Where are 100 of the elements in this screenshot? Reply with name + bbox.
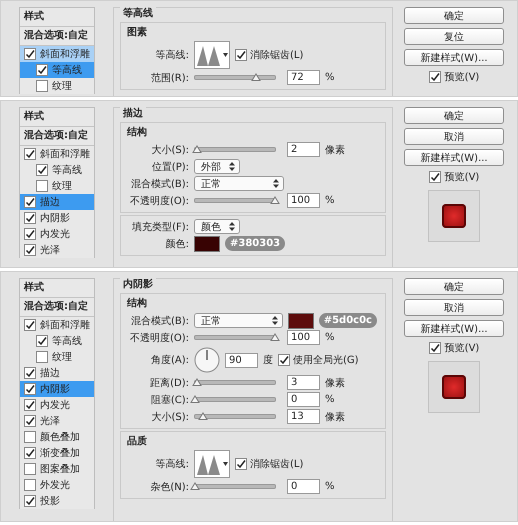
checkbox[interactable] xyxy=(36,64,48,76)
slider-handle[interactable] xyxy=(192,378,202,386)
color-swatch[interactable] xyxy=(288,312,314,328)
style-list-item[interactable]: 颜色叠加 xyxy=(20,429,94,445)
checkbox[interactable] xyxy=(24,48,36,60)
checkbox-label[interactable]: 消除锯齿(L) xyxy=(250,457,304,471)
checkbox[interactable] xyxy=(24,463,36,475)
number-field[interactable]: 13 xyxy=(287,409,320,424)
number-field[interactable]: 72 xyxy=(287,70,320,85)
dialog-button[interactable]: 新建样式(W)... xyxy=(404,320,504,337)
style-list-item[interactable]: 内阴影 xyxy=(20,381,94,397)
slider-handle[interactable] xyxy=(192,145,202,153)
dialog-button[interactable]: 取消 xyxy=(404,128,504,145)
number-field[interactable]: 3 xyxy=(287,375,320,390)
checkbox-label[interactable]: 预览(V) xyxy=(444,341,480,355)
checkbox[interactable] xyxy=(428,71,441,83)
checkbox-label[interactable]: 预览(V) xyxy=(444,70,480,84)
checkbox[interactable] xyxy=(36,351,48,363)
dropdown[interactable]: 颜色 xyxy=(194,219,240,234)
angle-dial[interactable] xyxy=(194,347,220,373)
slider-handle[interactable] xyxy=(190,395,200,403)
checkbox[interactable] xyxy=(24,383,36,395)
checkbox[interactable] xyxy=(36,335,48,347)
checkbox[interactable] xyxy=(36,180,48,192)
style-list-item[interactable]: 外发光 xyxy=(20,477,94,493)
style-list-item[interactable]: 斜面和浮雕 xyxy=(20,317,94,333)
slider-handle[interactable] xyxy=(270,333,280,341)
checkbox[interactable] xyxy=(24,447,36,459)
style-list-item[interactable]: 纹理 xyxy=(20,349,94,365)
style-list-item[interactable]: 纹理 xyxy=(20,78,94,94)
number-field[interactable]: 90 xyxy=(225,352,258,368)
style-list-item[interactable]: 斜面和浮雕 xyxy=(20,146,94,162)
dropdown[interactable]: 正常 xyxy=(194,176,284,191)
dialog-button[interactable]: 新建样式(W)... xyxy=(404,149,504,166)
dialog-button[interactable]: 取消 xyxy=(404,299,504,316)
checkbox[interactable] xyxy=(24,196,36,208)
contour-picker[interactable] xyxy=(194,41,230,69)
number-field[interactable]: 0 xyxy=(287,392,320,407)
checkbox[interactable] xyxy=(428,342,441,354)
style-list-item[interactable]: 图案叠加 xyxy=(20,461,94,477)
style-list-item[interactable]: 等高线 xyxy=(20,162,94,178)
checkbox[interactable] xyxy=(235,458,247,470)
style-list-header[interactable]: 样式 xyxy=(20,108,94,127)
slider-handle[interactable] xyxy=(270,196,280,204)
style-list-item[interactable]: 描边 xyxy=(20,365,94,381)
number-field[interactable]: 100 xyxy=(287,193,320,208)
style-list-item[interactable]: 光泽 xyxy=(20,242,94,258)
dialog-button[interactable]: 新建样式(W)... xyxy=(404,49,504,66)
style-list-item[interactable]: 内发光 xyxy=(20,397,94,413)
dialog-button[interactable]: 确定 xyxy=(404,107,504,124)
style-list-item[interactable]: 投影 xyxy=(20,493,94,509)
style-list-header[interactable]: 混合选项:自定 xyxy=(20,298,94,317)
style-list-item[interactable]: 纹理 xyxy=(20,178,94,194)
dropdown[interactable]: 外部 xyxy=(194,159,240,174)
number-field[interactable]: 0 xyxy=(287,479,320,494)
checkbox[interactable] xyxy=(278,354,290,366)
style-list-item[interactable]: 光泽 xyxy=(20,413,94,429)
number-field[interactable]: 2 xyxy=(287,142,320,157)
checkbox[interactable] xyxy=(24,148,36,160)
style-list-header[interactable]: 样式 xyxy=(20,279,94,298)
checkbox[interactable] xyxy=(36,80,48,92)
checkbox-label[interactable]: 消除锯齿(L) xyxy=(250,48,304,62)
style-list-item[interactable]: 描边 xyxy=(20,194,94,210)
checkbox[interactable] xyxy=(24,431,36,443)
style-list-header[interactable]: 样式 xyxy=(20,8,94,27)
style-list-header[interactable]: 混合选项:自定 xyxy=(20,127,94,146)
dialog-button[interactable]: 复位 xyxy=(404,28,504,45)
checkbox[interactable] xyxy=(24,415,36,427)
checkbox[interactable] xyxy=(24,244,36,256)
checkbox[interactable] xyxy=(24,212,36,224)
slider-track[interactable] xyxy=(194,414,276,419)
checkbox[interactable] xyxy=(24,479,36,491)
style-list-item[interactable]: 内发光 xyxy=(20,226,94,242)
number-field[interactable]: 100 xyxy=(287,330,320,345)
checkbox[interactable] xyxy=(24,319,36,331)
checkbox[interactable] xyxy=(36,164,48,176)
checkbox-label[interactable]: 使用全局光(G) xyxy=(293,353,359,367)
checkbox[interactable] xyxy=(235,49,247,61)
slider-handle[interactable] xyxy=(198,412,208,420)
style-list-item[interactable]: 渐变叠加 xyxy=(20,445,94,461)
style-list-item[interactable]: 等高线 xyxy=(20,333,94,349)
slider-handle[interactable] xyxy=(190,482,200,490)
color-swatch[interactable] xyxy=(194,236,220,252)
checkbox[interactable] xyxy=(428,171,441,183)
dropdown[interactable]: 正常 xyxy=(194,313,283,328)
contour-picker[interactable] xyxy=(194,450,230,478)
style-list-item[interactable]: 内阴影 xyxy=(20,210,94,226)
slider-handle[interactable] xyxy=(250,73,261,81)
checkbox[interactable] xyxy=(24,495,36,507)
dialog-button[interactable]: 确定 xyxy=(404,278,504,295)
checkbox[interactable] xyxy=(24,399,36,411)
style-list-item[interactable]: 等高线 xyxy=(20,62,94,78)
dialog-button[interactable]: 确定 xyxy=(404,7,504,24)
style-list-item[interactable]: 斜面和浮雕 xyxy=(20,46,94,62)
slider-track[interactable] xyxy=(194,147,276,152)
checkbox[interactable] xyxy=(24,228,36,240)
checkbox-label[interactable]: 预览(V) xyxy=(444,170,480,184)
slider-track[interactable] xyxy=(194,75,276,80)
checkbox[interactable] xyxy=(24,367,36,379)
slider-track[interactable] xyxy=(194,380,276,385)
